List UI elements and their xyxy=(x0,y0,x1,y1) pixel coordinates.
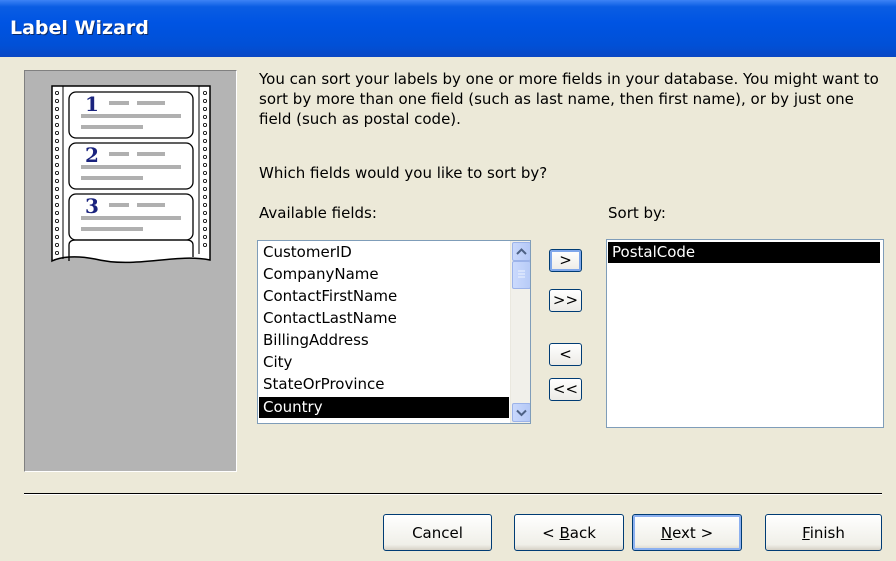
chevron-up-icon xyxy=(516,248,527,255)
intro-text: You can sort your labels by one or more … xyxy=(259,70,879,128)
finish-button[interactable]: Finish xyxy=(765,514,882,551)
title-bar[interactable]: Label Wizard xyxy=(0,0,896,57)
list-item[interactable]: CompanyName xyxy=(259,264,379,285)
next-button[interactable]: Next > xyxy=(632,514,742,551)
scroll-thumb[interactable] xyxy=(512,261,530,289)
grip-icon xyxy=(518,270,525,278)
remove-all-fields-button[interactable]: << xyxy=(549,378,582,401)
list-item[interactable]: CustomerID xyxy=(259,242,352,263)
label-sheet-graphic: 1 2 3 xyxy=(51,85,211,264)
label-number-2: 2 xyxy=(85,143,99,167)
sort-by-label: Sort by: xyxy=(608,204,666,222)
available-fields-scrollbar[interactable] xyxy=(510,241,530,423)
label-number-1: 1 xyxy=(85,92,99,116)
scroll-down-button[interactable] xyxy=(512,403,530,422)
list-item-selected[interactable]: Country xyxy=(259,397,509,418)
list-item[interactable]: ContactLastName xyxy=(259,308,397,329)
back-button[interactable]: < Back xyxy=(514,514,624,551)
add-all-fields-button[interactable]: >> xyxy=(549,289,582,312)
sort-question: Which fields would you like to sort by? xyxy=(259,164,548,182)
remove-field-button[interactable]: < xyxy=(549,343,582,366)
list-item[interactable]: BillingAddress xyxy=(259,330,369,351)
available-fields-list[interactable]: CustomerID CompanyName ContactFirstName … xyxy=(257,240,531,424)
chevron-down-icon xyxy=(516,409,527,417)
label-illustration: 1 2 3 xyxy=(24,70,237,472)
label-number-3: 3 xyxy=(85,194,99,218)
footer-separator xyxy=(24,493,882,495)
sort-by-list[interactable]: PostalCode xyxy=(606,239,884,428)
scroll-up-button[interactable] xyxy=(512,242,530,261)
list-item[interactable]: StateOrProvince xyxy=(259,374,385,395)
window-title: Label Wizard xyxy=(10,17,149,39)
add-field-button[interactable]: > xyxy=(549,249,582,272)
list-item[interactable]: City xyxy=(259,352,292,373)
list-item-selected[interactable]: PostalCode xyxy=(608,242,880,263)
available-fields-label: Available fields: xyxy=(259,204,377,222)
list-item[interactable]: ContactFirstName xyxy=(259,286,397,307)
cancel-button[interactable]: Cancel xyxy=(383,514,492,551)
label-wizard-window: Label Wizard 1 2 3 You can sort your lab… xyxy=(0,0,896,561)
